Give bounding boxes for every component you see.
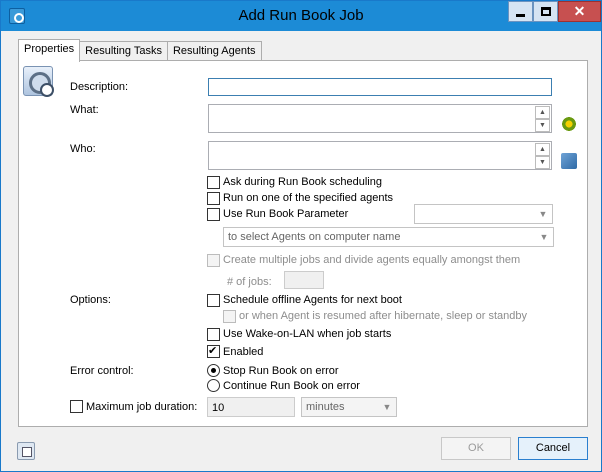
chevron-down-icon: ▼ xyxy=(382,402,392,412)
gear-plus-icon[interactable] xyxy=(561,116,577,132)
who-label: Who: xyxy=(70,143,96,155)
close-icon: ✕ xyxy=(573,3,586,19)
scroll-up-icon[interactable]: ▲ xyxy=(535,106,550,119)
parameter-combo[interactable]: ▼ xyxy=(414,204,553,224)
minimize-button[interactable] xyxy=(508,1,533,22)
max-duration-label: Maximum job duration: xyxy=(86,401,198,413)
dialog-window: Add Run Book Job ✕ Properties Resulting … xyxy=(0,0,602,472)
runbook-gear-icon xyxy=(23,66,54,97)
who-scrollbar[interactable]: ▲ ▼ xyxy=(535,143,550,169)
wake-on-lan-checkbox[interactable] xyxy=(207,328,220,341)
ask-scheduling-checkbox[interactable] xyxy=(207,176,220,189)
agents-select-value: to select Agents on computer name xyxy=(228,231,401,243)
use-parameter-checkbox[interactable] xyxy=(207,208,220,221)
scroll-down-icon[interactable]: ▼ xyxy=(535,119,550,132)
who-input[interactable]: ▲ ▼ xyxy=(208,141,552,170)
minimize-icon xyxy=(516,13,525,17)
schedule-offline-checkbox[interactable] xyxy=(207,294,220,307)
continue-on-error-radio[interactable] xyxy=(207,379,220,392)
tab-strip: Properties Resulting Tasks Resulting Age… xyxy=(18,39,262,62)
cancel-button[interactable]: Cancel xyxy=(518,437,588,460)
enabled-label: Enabled xyxy=(223,346,264,358)
duration-unit-combo[interactable]: minutes ▼ xyxy=(301,397,397,417)
tab-resulting-tasks[interactable]: Resulting Tasks xyxy=(79,41,168,62)
options-label: Options: xyxy=(70,294,111,306)
agents-icon[interactable] xyxy=(561,153,577,169)
duration-unit-value: minutes xyxy=(306,401,345,413)
what-input[interactable]: ▲ ▼ xyxy=(208,104,552,133)
schedule-offline-label: Schedule offline Agents for next boot xyxy=(223,294,402,306)
ask-scheduling-label: Ask during Run Book scheduling xyxy=(223,176,382,188)
description-input[interactable] xyxy=(208,78,552,96)
description-label: Description: xyxy=(70,81,129,93)
title-bar[interactable]: Add Run Book Job ✕ xyxy=(1,1,601,31)
max-duration-value: 10 xyxy=(212,402,225,414)
resumed-label: or when Agent is resumed after hibernate… xyxy=(239,310,528,322)
stop-on-error-radio[interactable] xyxy=(207,364,220,377)
stop-on-error-label: Stop Run Book on error xyxy=(223,365,339,377)
max-duration-input[interactable]: 10 xyxy=(207,397,295,417)
resumed-checkbox[interactable] xyxy=(223,310,236,323)
num-jobs-label: # of jobs: xyxy=(227,276,272,288)
tab-properties[interactable]: Properties xyxy=(18,39,81,62)
create-multiple-label: Create multiple jobs and divide agents e… xyxy=(223,254,521,266)
agents-select-combo[interactable]: to select Agents on computer name ▼ xyxy=(223,227,554,247)
scroll-up-icon[interactable]: ▲ xyxy=(535,143,550,156)
close-button[interactable]: ✕ xyxy=(558,1,601,22)
error-control-label: Error control: xyxy=(70,365,134,377)
enabled-checkbox[interactable] xyxy=(207,344,220,358)
wake-on-lan-label: Use Wake-on-LAN when job starts xyxy=(223,328,392,340)
maximize-button[interactable] xyxy=(533,1,558,22)
scroll-down-icon[interactable]: ▼ xyxy=(535,156,550,169)
chevron-down-icon: ▼ xyxy=(538,209,548,219)
run-on-one-label: Run on one of the specified agents xyxy=(223,192,394,204)
use-parameter-label: Use Run Book Parameter xyxy=(223,208,349,220)
what-label: What: xyxy=(70,104,99,116)
tab-resulting-agents[interactable]: Resulting Agents xyxy=(166,41,262,62)
create-multiple-checkbox[interactable] xyxy=(207,254,220,267)
ok-button[interactable]: OK xyxy=(441,437,511,460)
max-duration-checkbox[interactable] xyxy=(70,400,83,413)
continue-on-error-label: Continue Run Book on error xyxy=(223,380,360,392)
run-on-one-checkbox[interactable] xyxy=(207,192,220,205)
what-scrollbar[interactable]: ▲ ▼ xyxy=(535,106,550,132)
chevron-down-icon: ▼ xyxy=(539,232,549,242)
maximize-icon xyxy=(540,7,551,16)
window-icon[interactable] xyxy=(17,442,35,460)
num-jobs-input[interactable] xyxy=(284,271,324,289)
